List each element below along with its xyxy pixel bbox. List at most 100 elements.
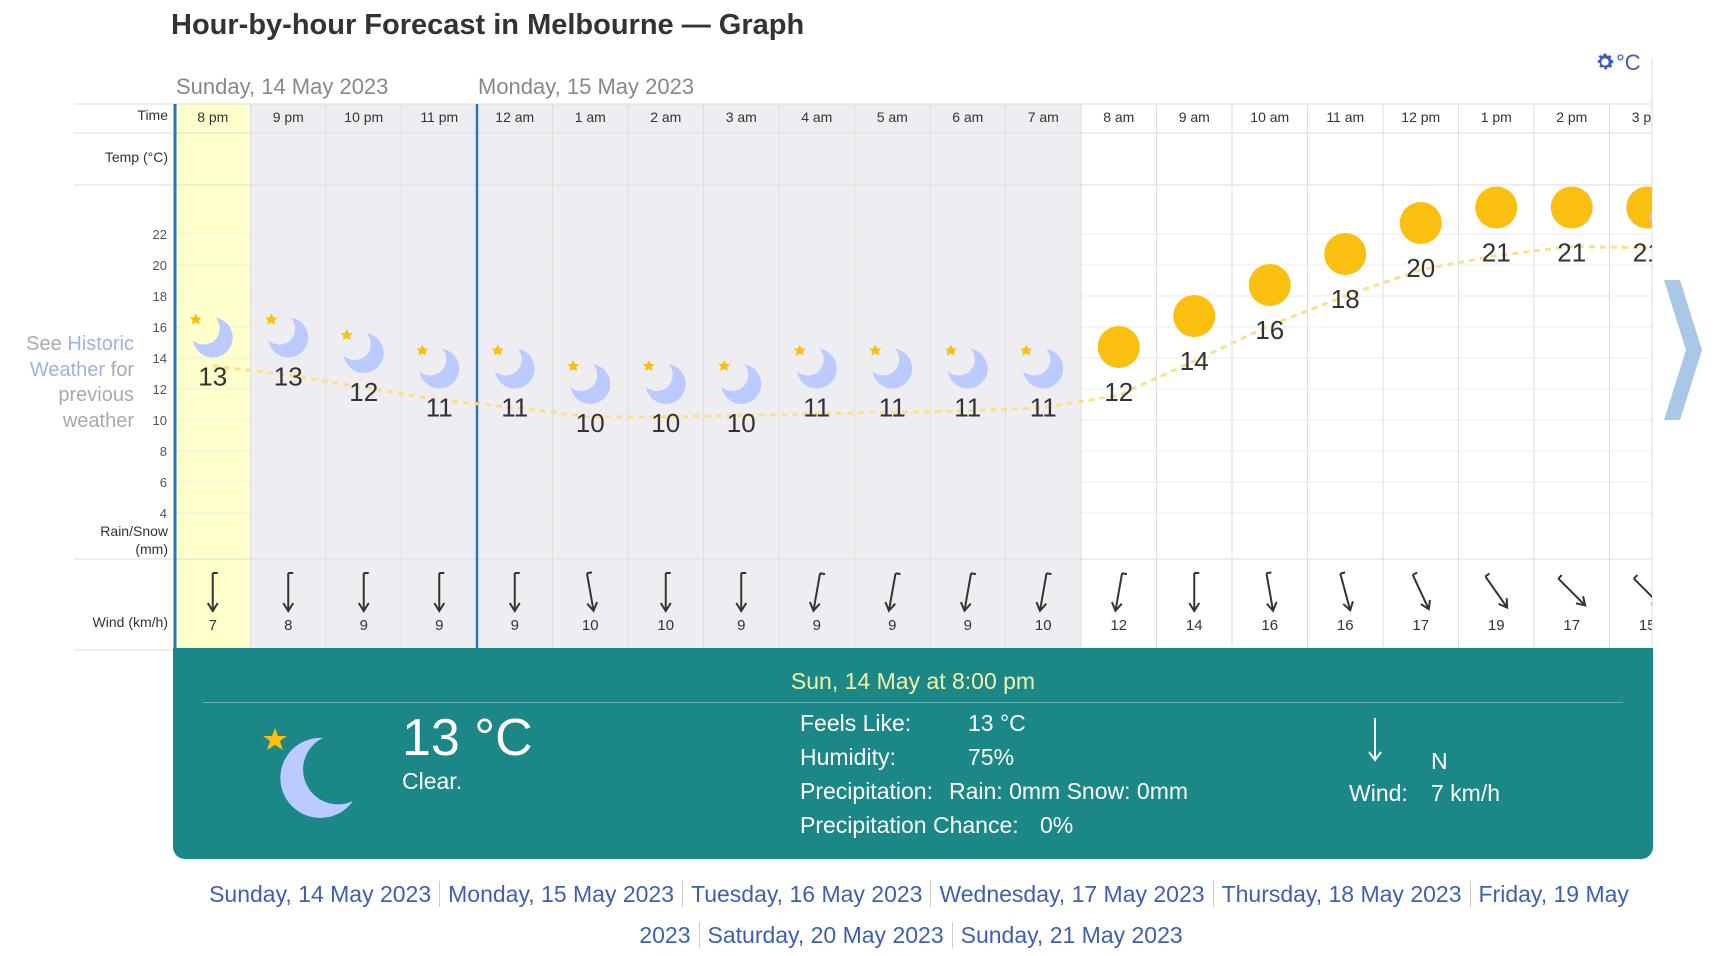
hour-label: 11 pm <box>420 109 458 125</box>
y-tick-12: 12 <box>153 382 167 397</box>
hour-label: 4 am <box>801 109 832 125</box>
temp-value: 13 <box>274 362 303 392</box>
sun-icon <box>1324 233 1367 275</box>
sun-cloud-icon <box>1626 186 1652 229</box>
day-link-0[interactable]: Sunday, 14 May 2023 <box>201 881 441 907</box>
y-tick-20: 20 <box>153 258 167 273</box>
wind-speed: 16 <box>1261 617 1278 634</box>
wind-speed: 15 <box>1639 617 1656 634</box>
wind-arrow-icon <box>1633 574 1652 607</box>
wind-speed: 17 <box>1563 617 1580 634</box>
day-link-7[interactable]: Sunday, 21 May 2023 <box>953 922 1191 948</box>
temp-value: 21 <box>1633 238 1662 268</box>
day-links-nav: Sunday, 14 May 2023 Monday, 15 May 2023 Tu… <box>170 874 1660 956</box>
temp-value: 10 <box>727 408 756 438</box>
day-link-4[interactable]: Thursday, 18 May 2023 <box>1213 881 1471 907</box>
precip-chance-value: 0% <box>1040 812 1074 838</box>
hour-label: 3 am <box>726 109 757 125</box>
hour-label: 12 pm <box>1401 109 1440 125</box>
clear-night-moon-icon <box>263 728 353 818</box>
temp-value: 11 <box>954 393 981 423</box>
hour-label: 5 am <box>877 109 908 125</box>
y-tick-14: 14 <box>153 351 167 366</box>
hour-label: 2 am <box>650 109 681 125</box>
wind-speed: 10 <box>657 617 674 634</box>
feels-like-label: Feels Like: <box>800 710 912 736</box>
temp-value: 18 <box>1331 284 1360 314</box>
temp-value: 12 <box>349 377 378 407</box>
hour-label: 8 am <box>1103 109 1134 125</box>
temp-value: 14 <box>1180 346 1209 376</box>
wind-arrow-icon <box>1368 718 1382 762</box>
wind-speed: 12 <box>1110 617 1127 634</box>
wind-speed: 9 <box>888 617 896 634</box>
row-label-temp: Temp (°C) <box>104 149 168 165</box>
day-link-1[interactable]: Monday, 15 May 2023 <box>440 881 684 907</box>
wind-arrow-icon <box>1110 572 1128 613</box>
wind-speed: 14 <box>1186 617 1203 634</box>
hour-label: 7 am <box>1028 109 1059 125</box>
wind-direction: N <box>1431 748 1448 774</box>
humidity-value: 75% <box>968 744 1015 770</box>
day-link-2[interactable]: Tuesday, 16 May 2023 <box>683 881 932 907</box>
wind-speed: 9 <box>964 617 972 634</box>
wind-speed: 9 <box>435 617 443 634</box>
wind-arrow-icon <box>1557 574 1587 607</box>
precip-chance-label: Precipitation Chance: <box>800 812 1019 838</box>
feels-like-value: 13 °C <box>968 710 1026 736</box>
wind-speed: 19 <box>1488 617 1505 634</box>
wind-arrow-icon <box>1339 571 1354 613</box>
precipitation-label: Precipitation: <box>800 778 933 804</box>
temp-value: 20 <box>1406 253 1435 283</box>
y-tick-8: 8 <box>160 444 167 459</box>
hour-detail-panel: Sun, 14 May at 8:00 pm 13 °C Clear. Feel… <box>173 648 1653 859</box>
hour-label: 10 pm <box>344 109 383 125</box>
temp-value: 11 <box>426 393 453 423</box>
sun-icon <box>1248 264 1291 306</box>
day-link-6[interactable]: Saturday, 20 May 2023 <box>699 922 953 948</box>
day-link-3[interactable]: Wednesday, 17 May 2023 <box>931 881 1214 907</box>
sun-icon <box>1097 326 1140 368</box>
y-tick-6: 6 <box>160 475 167 490</box>
sun-icon <box>1475 186 1518 229</box>
wind-speed: 16 <box>1337 617 1354 634</box>
sun-icon <box>1173 295 1216 337</box>
row-label-rain: Rain/Snow (mm) <box>100 523 168 557</box>
hour-label: 3 pm <box>1632 109 1663 125</box>
wind-arrow-icon <box>1265 571 1278 613</box>
y-tick-4: 4 <box>160 506 167 521</box>
y-tick-18: 18 <box>153 289 167 304</box>
hour-label: 6 am <box>952 109 983 125</box>
temp-value: 11 <box>1030 393 1057 423</box>
next-hours-chevron-icon[interactable] <box>1662 270 1710 430</box>
sun-icon <box>1550 186 1593 229</box>
y-tick-10: 10 <box>153 413 167 428</box>
wind-speed: 9 <box>360 617 368 634</box>
temp-value: 10 <box>576 408 605 438</box>
wind-speed: 9 <box>511 617 519 634</box>
temp-value: 11 <box>803 393 830 423</box>
wind-speed: 10 <box>1035 617 1052 634</box>
wind-speed: 9 <box>737 617 745 634</box>
hour-label: 1 am <box>575 109 606 125</box>
wind-speed: 8 <box>284 617 292 634</box>
humidity-label: Humidity: <box>800 744 896 770</box>
precipitation-value: Rain: 0mm Snow: 0mm <box>949 778 1189 804</box>
temp-value: 21 <box>1557 238 1586 268</box>
detail-divider <box>203 702 1623 703</box>
wind-label: Wind: <box>1349 780 1408 806</box>
wind-speed: 7 <box>209 617 217 634</box>
hour-label: 2 pm <box>1556 109 1587 125</box>
detail-temperature: 13 °C <box>402 709 533 767</box>
hour-label: 9 pm <box>273 109 304 125</box>
y-tick-16: 16 <box>153 320 167 335</box>
hour-label: 9 am <box>1179 109 1210 125</box>
detail-condition: Clear. <box>402 768 463 794</box>
temp-value: 11 <box>879 393 906 423</box>
wind-arrow-icon <box>1484 572 1509 610</box>
wind-arrow-icon <box>1411 571 1431 611</box>
hour-label: 8 pm <box>197 109 228 125</box>
hourly-forecast-graph: 4 6 8 10 12 14 16 18 20 22 8 pm 13 7 9 pm 13 8 10 pm 12 9 1… <box>74 58 1663 651</box>
y-tick-22: 22 <box>153 227 167 242</box>
sun-icon <box>1399 202 1442 244</box>
